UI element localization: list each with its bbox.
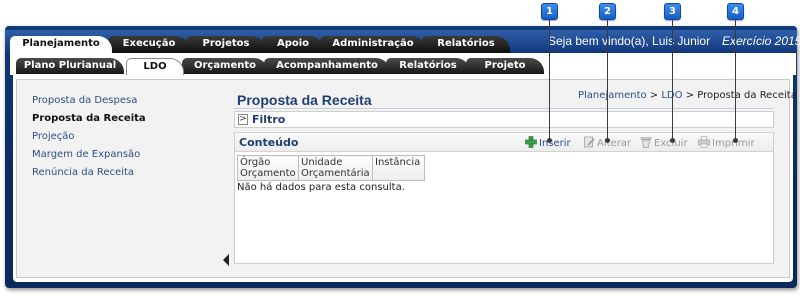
alterar-label: Alterar: [597, 138, 632, 149]
callout-badge: 1: [541, 3, 558, 20]
callout-badge: 3: [664, 3, 681, 20]
subtab-acompanhamento[interactable]: Acompanhamento: [264, 58, 390, 75]
conteudo-header: Conteúdo Inserir Alterar Excluir Imprimi…: [235, 133, 773, 152]
callout-1: 1: [541, 3, 558, 20]
edit-icon: [584, 136, 595, 148]
tab-relatorios[interactable]: Relatórios: [422, 36, 510, 53]
trash-icon: [640, 137, 652, 148]
tab-apoio[interactable]: Apoio: [262, 36, 324, 53]
subtab-orcamento[interactable]: Orçamento: [182, 58, 268, 75]
callout-2-dot: [605, 138, 610, 143]
callout-badge: 2: [599, 3, 616, 20]
left-menu: Proposta da Despesa Proposta da Receita …: [32, 94, 146, 184]
callout-2-line: [607, 20, 608, 140]
data-table: Órgão Orçamento Unidade Orçamentária Ins…: [237, 155, 425, 181]
column-header-line: Orçamento: [240, 168, 296, 179]
subtab-plano-plurianual[interactable]: Plano Plurianual: [16, 58, 124, 75]
column-header-orgao[interactable]: Órgão Orçamento: [237, 155, 299, 181]
welcome-text: Seja bem vindo(a), Luis Junior: [548, 34, 711, 48]
plus-icon: [525, 136, 537, 148]
callout-4-dot: [733, 138, 738, 143]
menu-proposta-despesa[interactable]: Proposta da Despesa: [32, 94, 146, 112]
conteudo-title: Conteúdo: [239, 136, 299, 149]
menu-margem-expansao[interactable]: Margem de Expansão: [32, 148, 146, 166]
callout-3-dot: [670, 138, 675, 143]
filtro-expand-icon[interactable]: >: [238, 114, 248, 125]
column-header-line: Orçamentária: [301, 168, 370, 179]
callout-badge: 4: [727, 3, 744, 20]
menu-renuncia-receita[interactable]: Renúncia da Receita: [32, 166, 146, 184]
callout-1-line: [549, 20, 550, 140]
callout-4: 4: [727, 3, 744, 20]
callout-3: 3: [664, 3, 681, 20]
printer-icon: [698, 136, 710, 148]
exercicio-label: Exercício 2015: [722, 34, 800, 48]
tab-administracao[interactable]: Administração: [320, 36, 426, 53]
menu-proposta-receita[interactable]: Proposta da Receita: [32, 112, 146, 130]
breadcrumb-separator: >: [646, 90, 662, 101]
subtab-relatorios[interactable]: Relatórios: [386, 58, 470, 75]
breadcrumb-current: Proposta da Receita: [697, 90, 797, 101]
callout-2: 2: [599, 3, 616, 20]
collapse-splitter-icon[interactable]: [223, 254, 229, 266]
empty-message: Não há dados para esta consulta.: [237, 182, 405, 193]
menu-projecao[interactable]: Projeção: [32, 130, 146, 148]
column-header-line: Órgão: [240, 157, 271, 168]
subtab-projeto[interactable]: Projeto: [466, 58, 544, 75]
page-title: Proposta da Receita: [237, 92, 372, 108]
filtro-label[interactable]: Filtro: [252, 113, 285, 126]
filtro-section: > Filtro: [234, 111, 774, 128]
breadcrumb-separator: >: [682, 90, 698, 101]
column-header-instancia[interactable]: Instância: [372, 155, 425, 181]
column-header-line: Instância: [375, 157, 421, 168]
title-divider: [234, 108, 774, 109]
tab-execucao[interactable]: Execução: [108, 36, 190, 53]
breadcrumb-planejamento[interactable]: Planejamento: [578, 90, 647, 101]
conteudo-panel: Conteúdo Inserir Alterar Excluir Imprimi…: [234, 132, 774, 264]
callout-4-line: [735, 20, 736, 140]
tab-planejamento[interactable]: Planejamento: [10, 36, 112, 53]
column-header-line: Unidade: [301, 157, 343, 168]
column-header-unidade[interactable]: Unidade Orçamentária: [298, 155, 373, 181]
tab-projetos[interactable]: Projetos: [186, 36, 266, 53]
callout-3-line: [672, 20, 673, 140]
subtab-ldo[interactable]: LDO: [126, 58, 184, 75]
callout-1-dot: [547, 138, 552, 143]
breadcrumb: Planejamento > LDO > Proposta da Receita: [578, 90, 797, 101]
excluir-button[interactable]: Excluir: [640, 136, 688, 149]
imprimir-button[interactable]: Imprimir: [698, 136, 755, 149]
inserir-label: Inserir: [539, 138, 571, 149]
